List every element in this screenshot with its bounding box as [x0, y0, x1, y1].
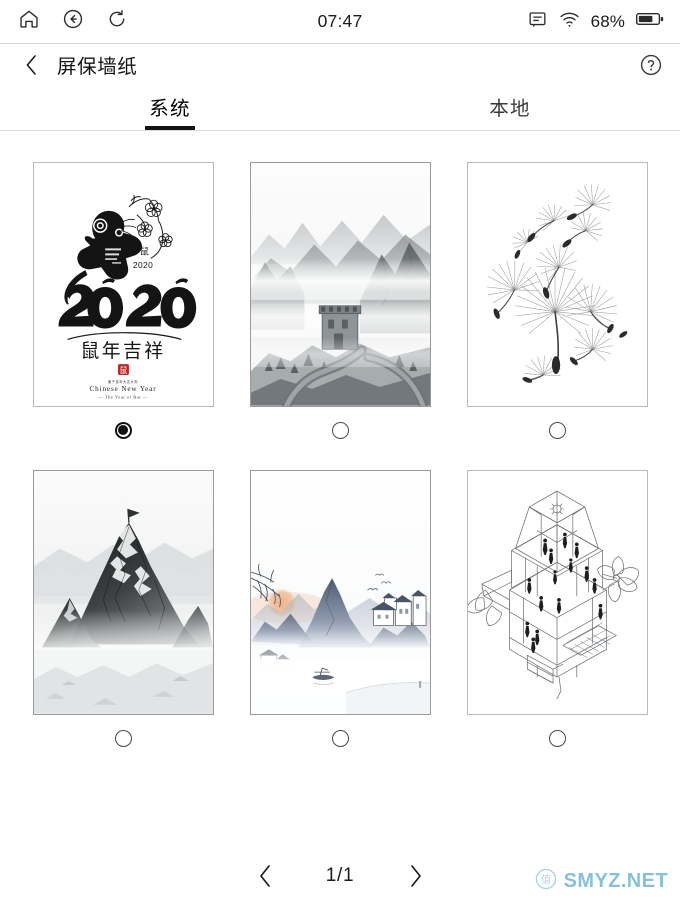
status-bar-indicators: 68% — [527, 0, 664, 43]
rat-en-line1: Chinese New Year — [89, 385, 156, 393]
watermark-text: SMYZ.NET — [563, 870, 668, 892]
page-title: 屏保墙纸 — [57, 56, 138, 78]
tab-system-label: 系统 — [149, 98, 191, 120]
home-icon[interactable] — [18, 8, 40, 35]
radio-indicator — [114, 421, 132, 439]
title-bar: 屏保墙纸 — [0, 44, 680, 85]
status-bar-nav-icons — [18, 8, 128, 35]
wallpaper-cell-dandelion-seeds — [466, 162, 648, 453]
battery-icon — [636, 10, 664, 33]
wifi-icon — [559, 9, 580, 35]
tab-system[interactable]: 系统 — [0, 85, 340, 130]
rat-red-seal: 鼠 — [117, 364, 129, 375]
wallpaper-cell-year-of-rat-2020: 鼠 2020 鼠年吉祥 鼠 庚子鼠年大吉大利 Chinese New Year … — [32, 162, 214, 453]
rat-en-line2: — The Year of Rat — — [97, 395, 147, 400]
rat-small-year: 2020 — [132, 260, 152, 270]
refresh-icon[interactable] — [106, 8, 128, 35]
back-button[interactable] — [20, 54, 42, 76]
svg-text:鼠: 鼠 — [119, 366, 127, 375]
rat-small-seal: 鼠 — [139, 245, 148, 257]
back-circle-icon[interactable] — [62, 8, 84, 35]
wallpaper-thumbnail-isometric-house[interactable] — [466, 470, 648, 715]
wallpaper-cell-ink-landscape-sunrise — [249, 470, 431, 761]
status-bar: 07:47 68% — [0, 0, 680, 44]
wallpaper-radio-ink-landscape-sunrise[interactable] — [331, 715, 349, 761]
help-icon[interactable] — [639, 53, 663, 77]
tab-bar: 系统 本地 — [0, 85, 680, 131]
page-indicator: 1/1 — [325, 865, 355, 886]
next-page-button[interactable] — [402, 861, 428, 891]
tab-local[interactable]: 本地 — [340, 85, 680, 130]
note-icon — [527, 9, 548, 35]
radio-indicator — [548, 729, 566, 747]
battery-percent-label: 68% — [590, 11, 625, 31]
watermark: 值 SMYZ.NET — [535, 868, 668, 895]
wallpaper-thumbnail-ink-landscape-sunrise[interactable] — [249, 470, 431, 715]
clock-text: 07:47 — [317, 11, 363, 31]
radio-indicator — [114, 729, 132, 747]
wallpaper-radio-great-wall-mist[interactable] — [331, 407, 349, 453]
wallpaper-cell-great-wall-mist — [249, 162, 431, 453]
wallpaper-radio-isometric-house[interactable] — [548, 715, 566, 761]
wallpaper-radio-dandelion-seeds[interactable] — [548, 407, 566, 453]
rat-phrase: 鼠年吉祥 — [80, 340, 165, 362]
svg-text:庚子鼠年大吉大利: 庚子鼠年大吉大利 — [108, 379, 138, 384]
radio-indicator — [548, 421, 566, 439]
wallpaper-thumbnail-dandelion-seeds[interactable] — [466, 162, 648, 407]
tab-local-label: 本地 — [489, 98, 531, 120]
wallpaper-cell-isometric-house — [466, 470, 648, 761]
watermark-logo-icon: 值 — [535, 868, 557, 895]
screensaver-wallpaper-screen: 07:47 68% 屏保墙纸 系统 本地 鼠 2020 鼠年吉祥 鼠 庚子鼠年大… — [0, 0, 680, 907]
wallpaper-thumbnail-great-wall-mist[interactable] — [249, 162, 431, 407]
svg-text:值: 值 — [541, 873, 551, 886]
radio-indicator — [331, 729, 349, 747]
prev-page-button[interactable] — [252, 861, 278, 891]
wallpaper-thumbnail-snow-peak[interactable] — [32, 470, 214, 715]
wallpaper-cell-snow-peak — [32, 470, 214, 761]
wallpaper-thumbnail-year-of-rat-2020[interactable]: 鼠 2020 鼠年吉祥 鼠 庚子鼠年大吉大利 Chinese New Year … — [32, 162, 214, 407]
wallpaper-radio-snow-peak[interactable] — [114, 715, 132, 761]
wallpaper-grid: 鼠 2020 鼠年吉祥 鼠 庚子鼠年大吉大利 Chinese New Year … — [0, 131, 680, 907]
radio-indicator — [331, 421, 349, 439]
wallpaper-radio-year-of-rat-2020[interactable] — [114, 407, 132, 453]
wallpaper-row — [0, 470, 680, 761]
wallpaper-row: 鼠 2020 鼠年吉祥 鼠 庚子鼠年大吉大利 Chinese New Year … — [0, 162, 680, 453]
